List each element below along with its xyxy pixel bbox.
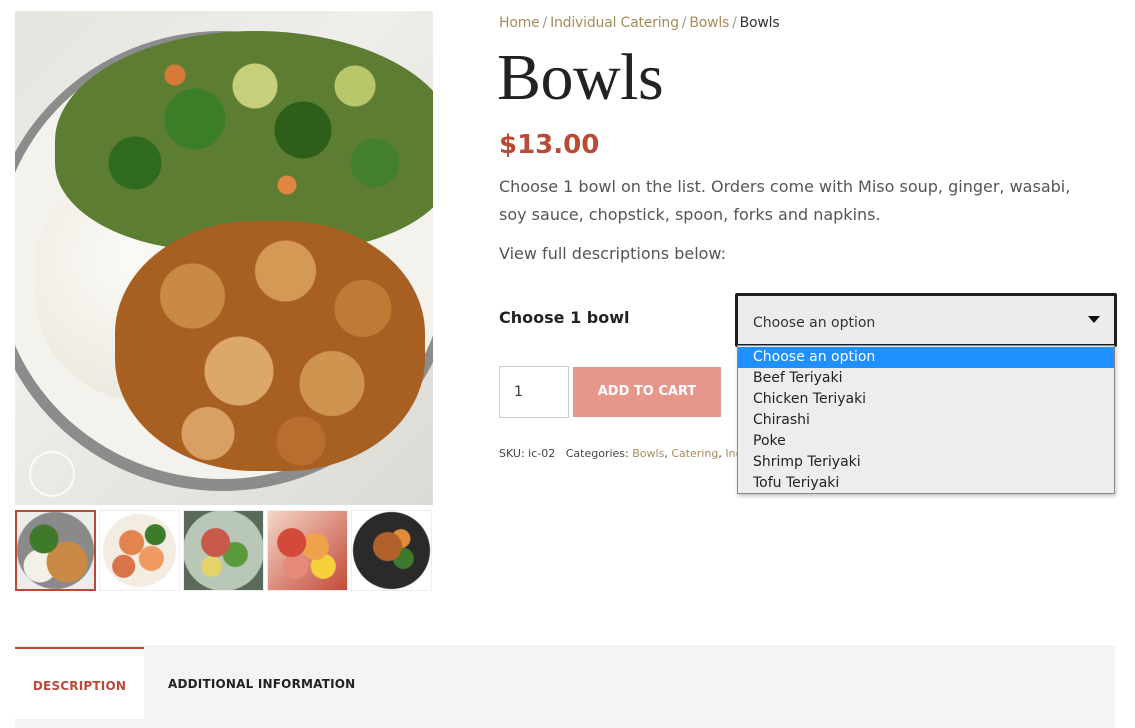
breadcrumb: Home / Individual Catering / Bowls / Bowls [499,15,780,31]
product-main-image[interactable] [15,11,433,505]
categories-label: Categories: [565,447,629,460]
sku-value: ic-02 [528,447,556,460]
breadcrumb-bowls-link[interactable]: Bowls [689,15,729,31]
variation-label: Choose 1 bowl [499,308,630,327]
add-to-cart-button[interactable]: ADD TO CART [573,367,721,417]
category-link-individual[interactable]: Individ [725,447,737,460]
option-tofu-teriyaki[interactable]: Tofu Teriyaki [738,473,1114,494]
watermark-logo [29,451,75,497]
tab-additional-information[interactable]: ADDITIONAL INFORMATION [168,647,355,719]
thumbnail-shrimp-bowl[interactable] [99,510,180,591]
breadcrumb-current: Bowls [739,15,780,31]
bowl-select-value: Choose an option [753,315,876,331]
thumbnail-chicken-teriyaki-bowl[interactable] [15,510,96,591]
category-link-catering[interactable]: Catering [671,447,718,460]
option-beef-teriyaki[interactable]: Beef Teriyaki [738,368,1114,389]
product-description: Choose 1 bowl on the list. Orders come w… [499,177,1071,224]
vegetables-graphic [55,31,433,251]
breadcrumb-separator: / [681,15,687,31]
option-poke[interactable]: Poke [738,431,1114,452]
tab-description[interactable]: DESCRIPTION [15,647,144,719]
breadcrumb-separator: / [542,15,548,31]
thumbnail-poke-bowl[interactable] [183,510,264,591]
option-chicken-teriyaki[interactable]: Chicken Teriyaki [738,389,1114,410]
option-chirashi[interactable]: Chirashi [738,410,1114,431]
product-note: View full descriptions below: [499,244,727,263]
thumbnail-beef-bowl[interactable] [351,510,432,591]
breadcrumb-individual-catering-link[interactable]: Individual Catering [550,15,679,31]
product-title: Bowls [497,41,664,114]
product-price: $13.00 [499,130,600,160]
breadcrumb-separator: / [732,15,737,31]
caret-down-icon [1088,316,1100,323]
category-link-bowls[interactable]: Bowls [632,447,664,460]
product-tabs: DESCRIPTION ADDITIONAL INFORMATION [15,646,1115,728]
option-choose[interactable]: Choose an option [738,347,1114,368]
option-shrimp-teriyaki[interactable]: Shrimp Teriyaki [738,452,1114,473]
bowl-options-dropdown: Choose an option Beef Teriyaki Chicken T… [737,345,1115,494]
sku-label: SKU: [499,447,525,460]
quantity-input[interactable]: 1 [499,366,569,418]
breadcrumb-home-link[interactable]: Home [499,15,540,31]
chicken-graphic [115,221,425,471]
thumbnail-chirashi-bowl[interactable] [267,510,348,591]
bowl-select[interactable]: Choose an option [735,293,1117,347]
product-meta: SKU: ic-02 Categories: Bowls, Catering, … [499,447,737,460]
